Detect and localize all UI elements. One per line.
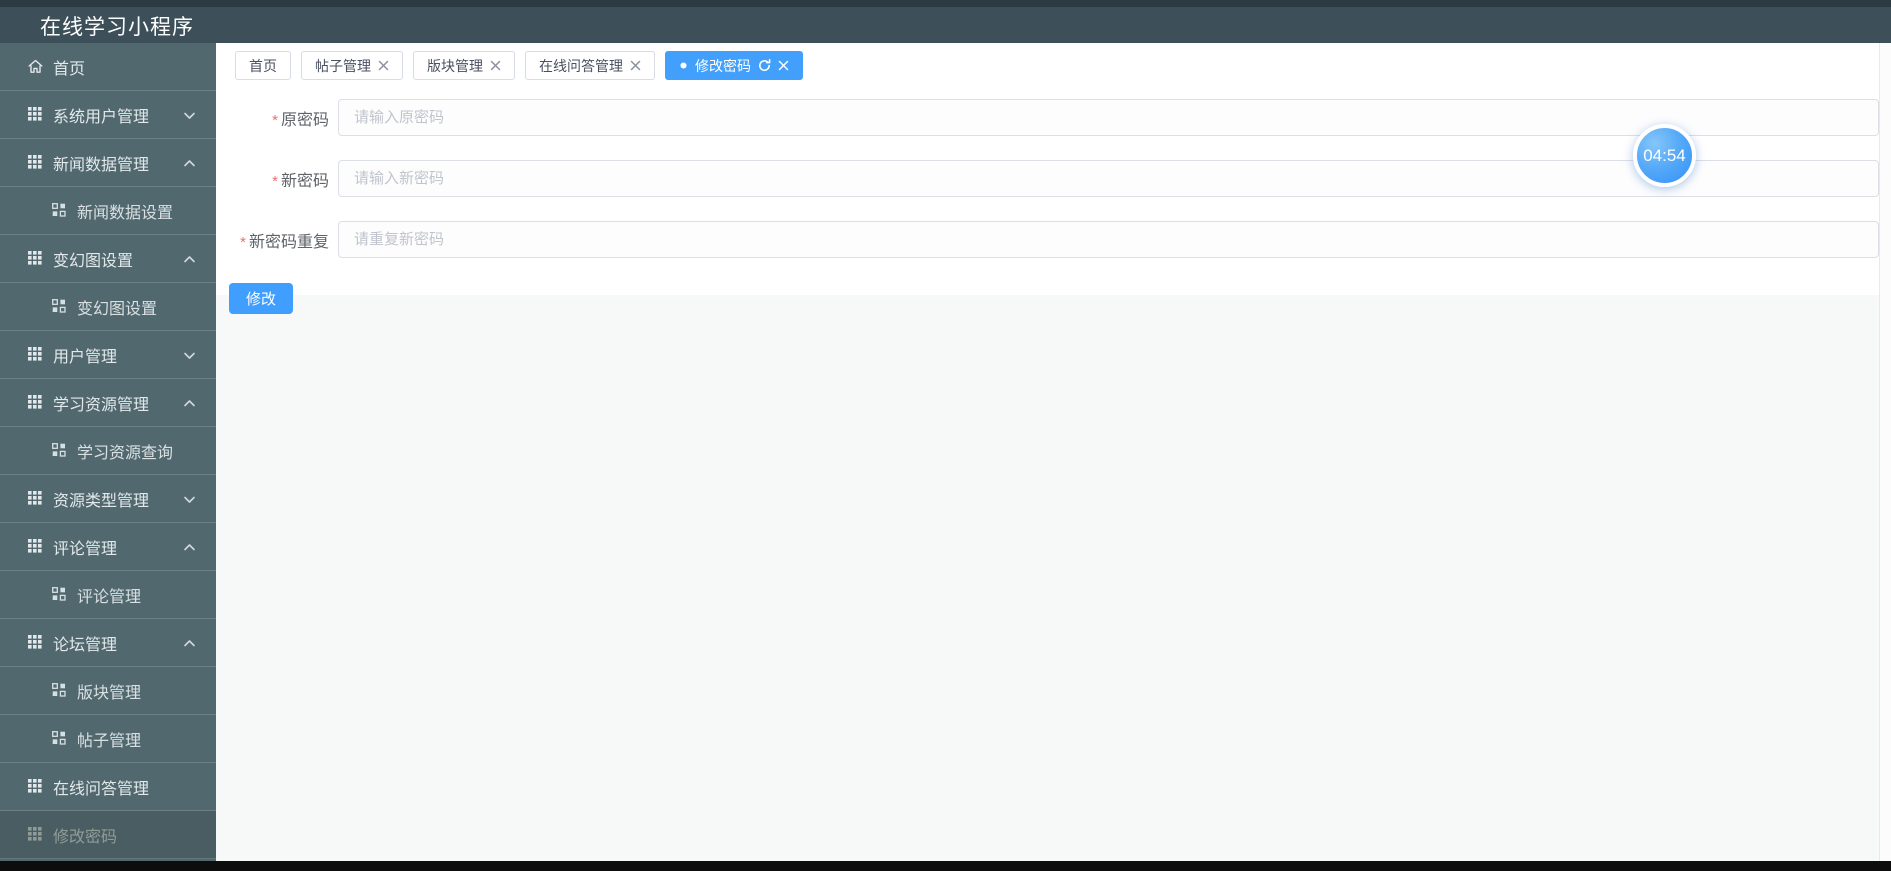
sidebar-item-label: 评论管理 xyxy=(77,588,142,606)
grid-icon xyxy=(28,251,43,266)
grid-icon xyxy=(28,539,43,554)
subgrid-icon xyxy=(52,683,67,698)
subgrid-icon xyxy=(52,203,67,218)
tab-label: 首页 xyxy=(249,57,277,74)
close-icon[interactable] xyxy=(378,60,389,71)
sidebar-item-15[interactable]: 在线问答管理 xyxy=(0,763,216,811)
sidebar-item-label: 评论管理 xyxy=(53,540,118,558)
tab-bar: 首页 帖子管理 版块管理 在线问答管理 修改密码 xyxy=(235,51,803,80)
chevron-up-icon xyxy=(183,637,196,650)
form-row: * 新密码重复 xyxy=(216,221,1891,258)
sidebar-item-4[interactable]: 变幻图设置 xyxy=(0,235,216,283)
required-asterisk: * xyxy=(240,233,246,251)
grid-icon xyxy=(28,491,43,506)
sidebar-item-label: 在线问答管理 xyxy=(53,780,150,798)
taskbar-strip xyxy=(0,861,1891,871)
sidebar-nav: 首页 系统用户管理 新闻数据管理 新闻数据设置 变幻图设置 变幻图设置 用户管理… xyxy=(0,43,216,861)
subgrid-icon xyxy=(52,443,67,458)
tab-label: 修改密码 xyxy=(695,57,751,74)
close-icon[interactable] xyxy=(490,60,501,71)
chevron-down-icon xyxy=(183,493,196,506)
session-timer-value: 04:54 xyxy=(1643,145,1686,165)
field-label: * 原密码 xyxy=(272,111,329,129)
grid-icon xyxy=(28,155,43,170)
chevron-up-icon xyxy=(183,541,196,554)
sidebar-item-label: 用户管理 xyxy=(53,348,118,366)
grid-icon xyxy=(28,635,43,650)
chevron-up-icon xyxy=(183,157,196,170)
chevron-down-icon xyxy=(183,349,196,362)
submit-button[interactable]: 修改 xyxy=(229,283,294,314)
sidebar-item-9[interactable]: 资源类型管理 xyxy=(0,475,216,523)
grid-icon xyxy=(28,347,43,362)
tab-label: 版块管理 xyxy=(427,57,483,74)
sidebar-item-label: 帖子管理 xyxy=(77,732,142,750)
field-label: * 新密码重复 xyxy=(240,233,329,251)
grid-icon xyxy=(28,779,43,794)
tab-label: 在线问答管理 xyxy=(539,57,623,74)
sidebar-item-10[interactable]: 评论管理 xyxy=(0,523,216,571)
sidebar-item-label: 首页 xyxy=(53,60,86,78)
sidebar-item-6[interactable]: 用户管理 xyxy=(0,331,216,379)
tab-label: 帖子管理 xyxy=(315,57,371,74)
session-timer-badge[interactable]: 04:54 xyxy=(1633,124,1696,187)
sidebar-item-5[interactable]: 变幻图设置 xyxy=(0,283,216,331)
refresh-icon[interactable] xyxy=(758,59,771,72)
tab-2[interactable]: 版块管理 xyxy=(413,51,515,80)
sidebar-item-3[interactable]: 新闻数据设置 xyxy=(0,187,216,235)
required-asterisk: * xyxy=(272,172,278,190)
sidebar-item-label: 系统用户管理 xyxy=(53,108,150,126)
grid-icon xyxy=(28,395,43,410)
active-dot-icon xyxy=(679,61,688,70)
sidebar-item-label: 新闻数据管理 xyxy=(53,156,150,174)
sidebar-item-11[interactable]: 评论管理 xyxy=(0,571,216,619)
vertical-scrollbar[interactable] xyxy=(1879,43,1891,861)
subgrid-icon xyxy=(52,587,67,602)
sidebar-item-label: 变幻图设置 xyxy=(77,300,158,318)
content-background xyxy=(216,295,1879,861)
sidebar-item-label: 变幻图设置 xyxy=(53,252,134,270)
sidebar-item-label: 资源类型管理 xyxy=(53,492,150,510)
sidebar-item-2[interactable]: 新闻数据管理 xyxy=(0,139,216,187)
sidebar-item-label: 学习资源查询 xyxy=(77,444,174,462)
sidebar-item-0[interactable]: 首页 xyxy=(0,43,216,91)
chevron-down-icon xyxy=(183,109,196,122)
sidebar-item-label: 版块管理 xyxy=(77,684,142,702)
form-row: * 原密码 xyxy=(216,99,1891,136)
sidebar-item-label: 修改密码 xyxy=(53,828,118,846)
sidebar-item-label: 论坛管理 xyxy=(53,636,118,654)
tab-0[interactable]: 首页 xyxy=(235,51,291,80)
sidebar-item-14[interactable]: 帖子管理 xyxy=(0,715,216,763)
tab-1[interactable]: 帖子管理 xyxy=(301,51,403,80)
close-icon[interactable] xyxy=(778,60,789,71)
sidebar-item-16[interactable]: 修改密码 xyxy=(0,811,216,859)
sidebar-item-label: 新闻数据设置 xyxy=(77,204,174,222)
grid-icon xyxy=(28,107,43,122)
chevron-up-icon xyxy=(183,397,196,410)
subgrid-icon xyxy=(52,731,67,746)
password-input-2[interactable] xyxy=(338,221,1879,258)
tab-4[interactable]: 修改密码 xyxy=(665,51,803,80)
close-icon[interactable] xyxy=(630,60,641,71)
subgrid-icon xyxy=(52,299,67,314)
sidebar-item-13[interactable]: 版块管理 xyxy=(0,667,216,715)
window-top-strip xyxy=(0,0,1891,7)
home-icon xyxy=(28,59,43,74)
sidebar-item-label: 学习资源管理 xyxy=(53,396,150,414)
tab-3[interactable]: 在线问答管理 xyxy=(525,51,655,80)
sidebar-item-1[interactable]: 系统用户管理 xyxy=(0,91,216,139)
app-title: 在线学习小程序 xyxy=(40,16,194,39)
required-asterisk: * xyxy=(272,111,278,129)
sidebar-item-8[interactable]: 学习资源查询 xyxy=(0,427,216,475)
field-label: * 新密码 xyxy=(272,172,329,190)
sidebar-item-7[interactable]: 学习资源管理 xyxy=(0,379,216,427)
chevron-up-icon xyxy=(183,253,196,266)
grid-icon xyxy=(28,827,43,842)
sidebar-item-12[interactable]: 论坛管理 xyxy=(0,619,216,667)
change-password-form: *原密码 *新密码 *新密码重复 修改 xyxy=(216,99,1891,314)
